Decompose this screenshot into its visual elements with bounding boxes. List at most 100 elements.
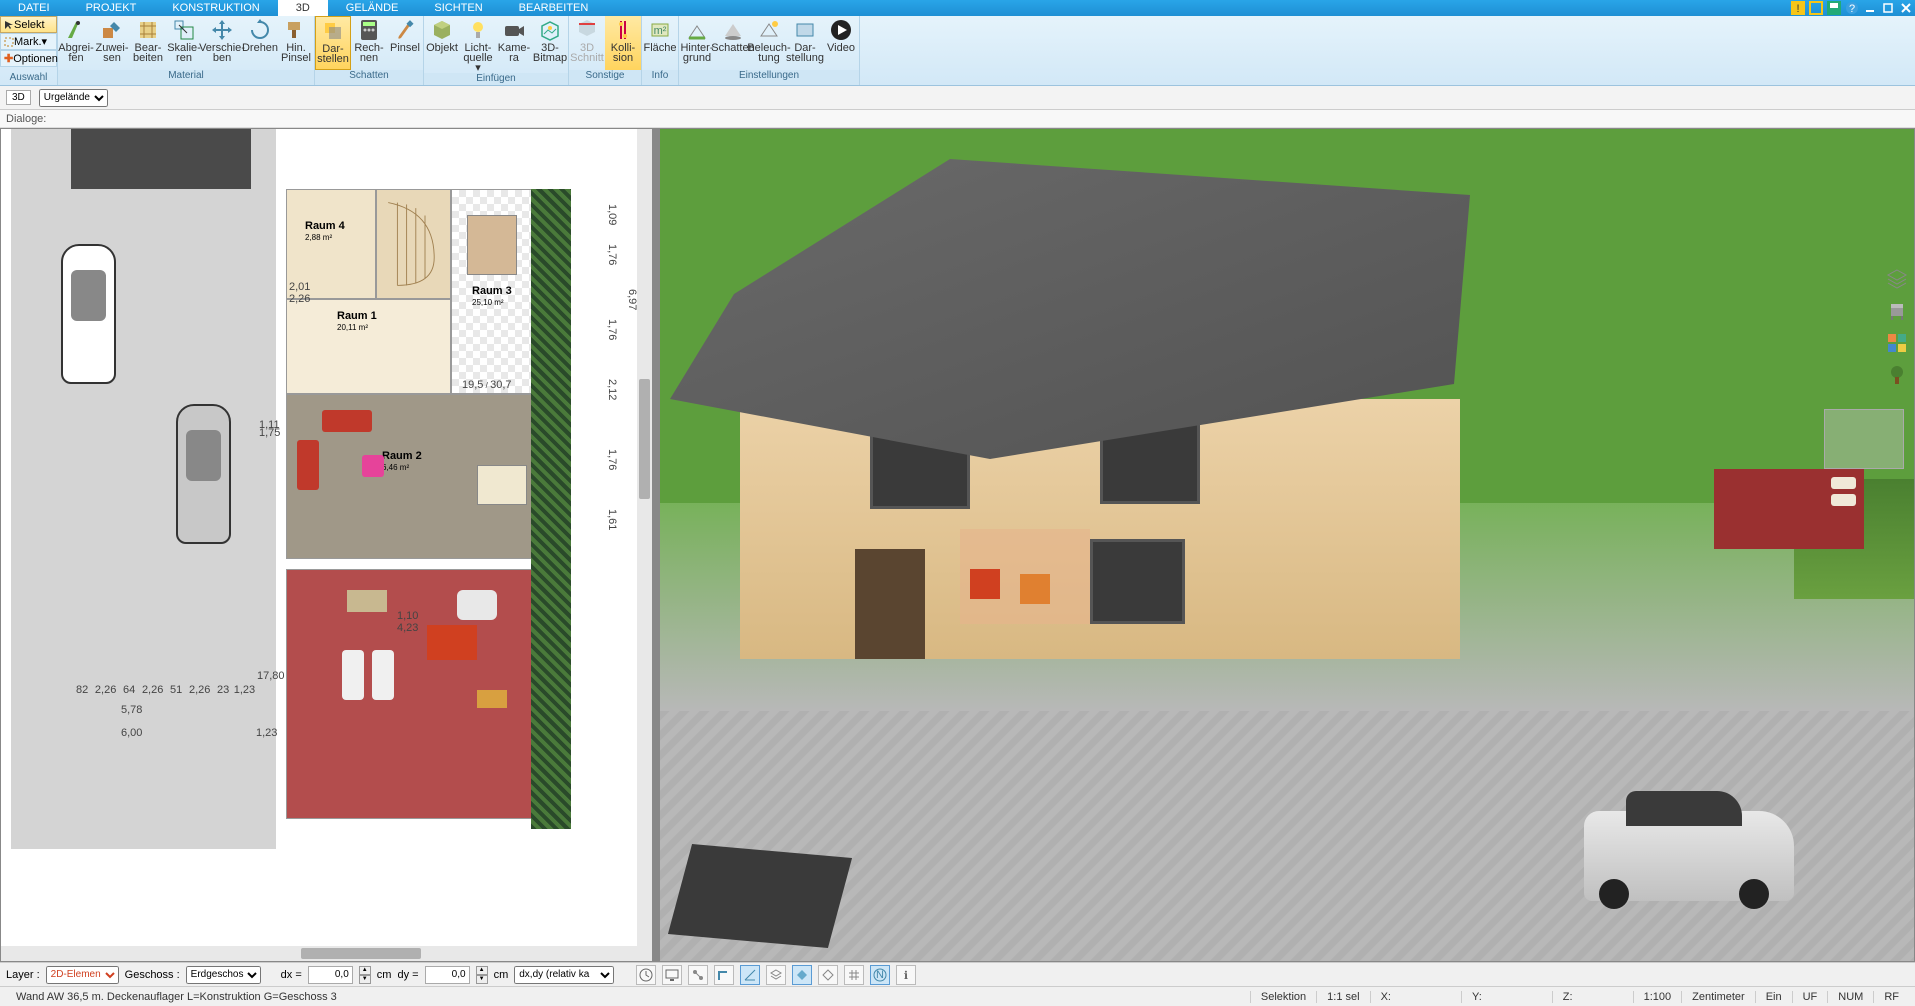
info-toggle-icon[interactable]: ℹ: [896, 965, 916, 985]
optionen-button[interactable]: ✚ Optionen: [0, 50, 57, 67]
kamera-button[interactable]: Kame-ra: [496, 16, 532, 73]
objekt-button[interactable]: Objekt: [424, 16, 460, 73]
3d-lounger: [1831, 494, 1856, 506]
tree-icon[interactable]: [1886, 364, 1908, 386]
status-num: NUM: [1827, 991, 1873, 1003]
wireframe-toggle-icon[interactable]: [818, 965, 838, 985]
zuweisen-button[interactable]: Zuwei-sen: [94, 16, 130, 70]
fp-car-2: [176, 404, 231, 544]
minimize-icon[interactable]: [1863, 1, 1877, 15]
drehen-button[interactable]: Drehen: [242, 16, 278, 70]
status-ein: Ein: [1755, 991, 1792, 1003]
2d-scrollbar-vertical[interactable]: [637, 129, 652, 946]
layers-icon[interactable]: [1886, 268, 1908, 290]
rechnen-button[interactable]: Rech-nen: [351, 16, 387, 70]
layers-toggle-icon[interactable]: [766, 965, 786, 985]
dx-spinner[interactable]: ▲▼: [359, 966, 371, 984]
3d-bitmap-button[interactable]: 3D-Bitmap: [532, 16, 568, 73]
coord-mode-select[interactable]: dx,dy (relativ ka: [514, 966, 614, 984]
optionen-label: Optionen: [13, 53, 58, 65]
verschieben-button[interactable]: Verschie-ben: [202, 16, 242, 70]
ribbon-toolbar: Selekt Mark. ▾ ✚ Optionen Auswahl Abgrei…: [0, 16, 1915, 86]
menu-tab-datei[interactable]: DATEI: [0, 0, 68, 16]
lichtquelle-button[interactable]: Licht-quelle ▾: [460, 16, 496, 73]
monitor-icon[interactable]: [662, 965, 682, 985]
abgreifen-button[interactable]: Abgrei-fen: [58, 16, 94, 70]
fp-lounger-2: [342, 650, 364, 700]
window-icon[interactable]: [1809, 1, 1823, 15]
furniture-icon[interactable]: [1886, 300, 1908, 322]
geschoss-select[interactable]: Erdgeschos: [186, 966, 261, 984]
snap-toggle-icon[interactable]: [688, 965, 708, 985]
help-icon[interactable]: ?: [1845, 1, 1859, 15]
menu-tab-projekt[interactable]: PROJEKT: [68, 0, 155, 16]
main-menu-bar: DATEI PROJEKT KONSTRUKTION 3D GELÄNDE SI…: [0, 0, 1915, 16]
beleuchtung-button[interactable]: Beleuch-tung: [751, 16, 787, 70]
ortho-toggle-icon[interactable]: [714, 965, 734, 985]
svg-text:!: !: [1796, 3, 1799, 15]
north-icon[interactable]: N: [870, 965, 890, 985]
3d-schnitt-button[interactable]: 3DSchnitt: [569, 16, 605, 70]
mark-label: Mark.: [14, 36, 42, 48]
layer-select[interactable]: 2D-Elemen: [46, 966, 119, 984]
3d-viewport[interactable]: [659, 128, 1915, 962]
view-selector-bar: 3D Urgelände: [0, 86, 1915, 110]
selekt-label: Selekt: [14, 19, 45, 31]
status-message: Wand AW 36,5 m. Deckenauflager L=Konstru…: [6, 991, 1250, 1003]
status-x: X:: [1370, 991, 1401, 1003]
hintergrund-button[interactable]: Hinter-grund: [679, 16, 715, 70]
dy-input[interactable]: [425, 966, 470, 984]
fp-room-1: Raum 120,11 m²: [286, 299, 451, 394]
kollision-button[interactable]: Kolli-sion: [605, 16, 641, 70]
selekt-button[interactable]: Selekt: [0, 16, 57, 33]
grid-toggle-icon[interactable]: [844, 965, 864, 985]
ribbon-group-info: m²Fläche Info: [642, 16, 679, 85]
status-bar: Wand AW 36,5 m. Deckenauflager L=Konstru…: [0, 986, 1915, 1006]
close-icon[interactable]: [1899, 1, 1913, 15]
material-palette-icon[interactable]: [1886, 332, 1908, 354]
hin-pinsel-button[interactable]: Hin.Pinsel: [278, 16, 314, 70]
menu-tab-konstruktion[interactable]: KONSTRUKTION: [154, 0, 277, 16]
view-mode-tag[interactable]: 3D: [6, 90, 31, 105]
ribbon-group-label-info: Info: [642, 70, 678, 85]
terrain-select[interactable]: Urgelände: [39, 89, 108, 107]
menu-tab-bearbeiten[interactable]: BEARBEITEN: [501, 0, 607, 16]
ribbon-group-schatten: Dar-stellen Rech-nen Pinsel Schatten: [315, 16, 424, 85]
scrollbar-thumb[interactable]: [301, 948, 421, 959]
ribbon-group-auswahl: Selekt Mark. ▾ ✚ Optionen Auswahl: [0, 16, 58, 85]
3d-door: [855, 549, 925, 659]
mark-button[interactable]: Mark. ▾: [0, 33, 57, 50]
fill-toggle-icon[interactable]: [792, 965, 812, 985]
fp-table-2: [477, 465, 527, 505]
menu-tab-sichten[interactable]: SICHTEN: [416, 0, 500, 16]
maximize-icon[interactable]: [1881, 1, 1895, 15]
3d-balcony: [1824, 409, 1904, 469]
2d-floorplan-viewport[interactable]: Raum 42,88 m² Raum 120,11 m² Raum 325,10…: [0, 128, 653, 962]
darstellen-button[interactable]: Dar-stellen: [315, 16, 351, 70]
clock-icon[interactable]: [636, 965, 656, 985]
save-icon[interactable]: [1827, 1, 1841, 15]
fp-terrace: 17,80 1,10 4,23: [286, 569, 556, 819]
pinsel-button[interactable]: Pinsel: [387, 16, 423, 70]
angle-snap-icon[interactable]: [740, 965, 760, 985]
video-button[interactable]: Video: [823, 16, 859, 70]
fp-dining-table: [467, 215, 517, 275]
ribbon-group-einfuegen: Objekt Licht-quelle ▾ Kame-ra 3D-Bitmap …: [424, 16, 569, 85]
scrollbar-thumb[interactable]: [639, 379, 650, 499]
flaeche-button[interactable]: m²Fläche: [642, 16, 678, 70]
dx-input[interactable]: [308, 966, 353, 984]
menu-tab-gelaende[interactable]: GELÄNDE: [328, 0, 417, 16]
schatten-settings-button[interactable]: Schatten: [715, 16, 751, 70]
skalieren-button[interactable]: Skalie-ren: [166, 16, 202, 70]
ribbon-group-sonstige: 3DSchnitt Kolli-sion Sonstige: [569, 16, 642, 85]
menu-tab-3d[interactable]: 3D: [278, 0, 328, 16]
bearbeiten-button[interactable]: Bear-beiten: [130, 16, 166, 70]
geschoss-label: Geschoss :: [125, 969, 180, 981]
tip-icon[interactable]: !: [1791, 1, 1805, 15]
fp-outdoor-seat: [457, 590, 497, 620]
dy-spinner[interactable]: ▲▼: [476, 966, 488, 984]
darstellung-button[interactable]: Dar-stellung: [787, 16, 823, 70]
right-tool-palette: [1883, 268, 1911, 386]
chevron-down-icon: ▾: [42, 35, 48, 48]
2d-scrollbar-horizontal[interactable]: [1, 946, 652, 961]
